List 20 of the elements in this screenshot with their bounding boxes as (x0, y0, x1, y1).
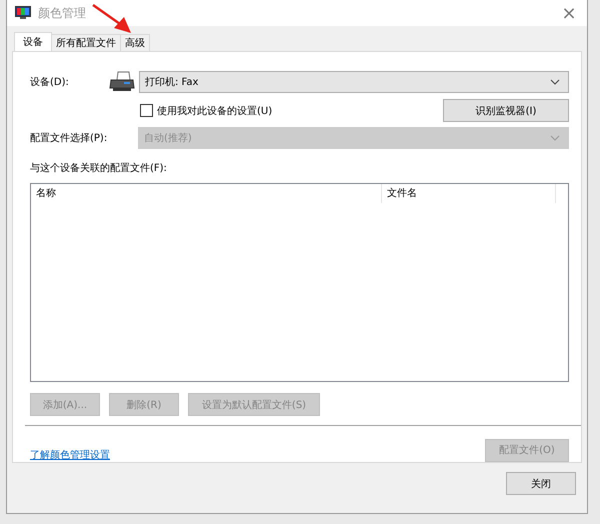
profiles-label: 与这个设备关联的配置文件(F): (30, 162, 168, 175)
device-label: 设备(D): (30, 76, 70, 89)
chevron-down-icon (550, 135, 560, 141)
column-header[interactable]: 文件名 (382, 184, 556, 203)
tab[interactable]: 高级 (120, 34, 150, 51)
profile-selection-label: 配置文件选择(P): (30, 132, 108, 145)
column-header[interactable]: 名称 (31, 184, 382, 203)
close-dialog-button[interactable]: 关闭 (506, 472, 576, 495)
tab[interactable]: 设备 (14, 32, 52, 51)
identify-monitors-button[interactable]: 识别监视器(I) (443, 99, 569, 122)
printer-icon (109, 71, 135, 93)
learn-more-link[interactable]: 了解颜色管理设置 (30, 448, 110, 462)
device-dropdown[interactable]: 打印机: Fax (139, 71, 569, 93)
annotation-arrow (92, 4, 132, 34)
monitor-icon (15, 6, 31, 20)
close-button[interactable]: × (551, 0, 587, 26)
use-my-settings-checkbox[interactable]: 使用我对此设备的设置(U) (140, 104, 272, 118)
checkbox[interactable] (140, 104, 153, 117)
chevron-down-icon (550, 79, 560, 85)
window-title: 颜色管理 (38, 4, 86, 22)
